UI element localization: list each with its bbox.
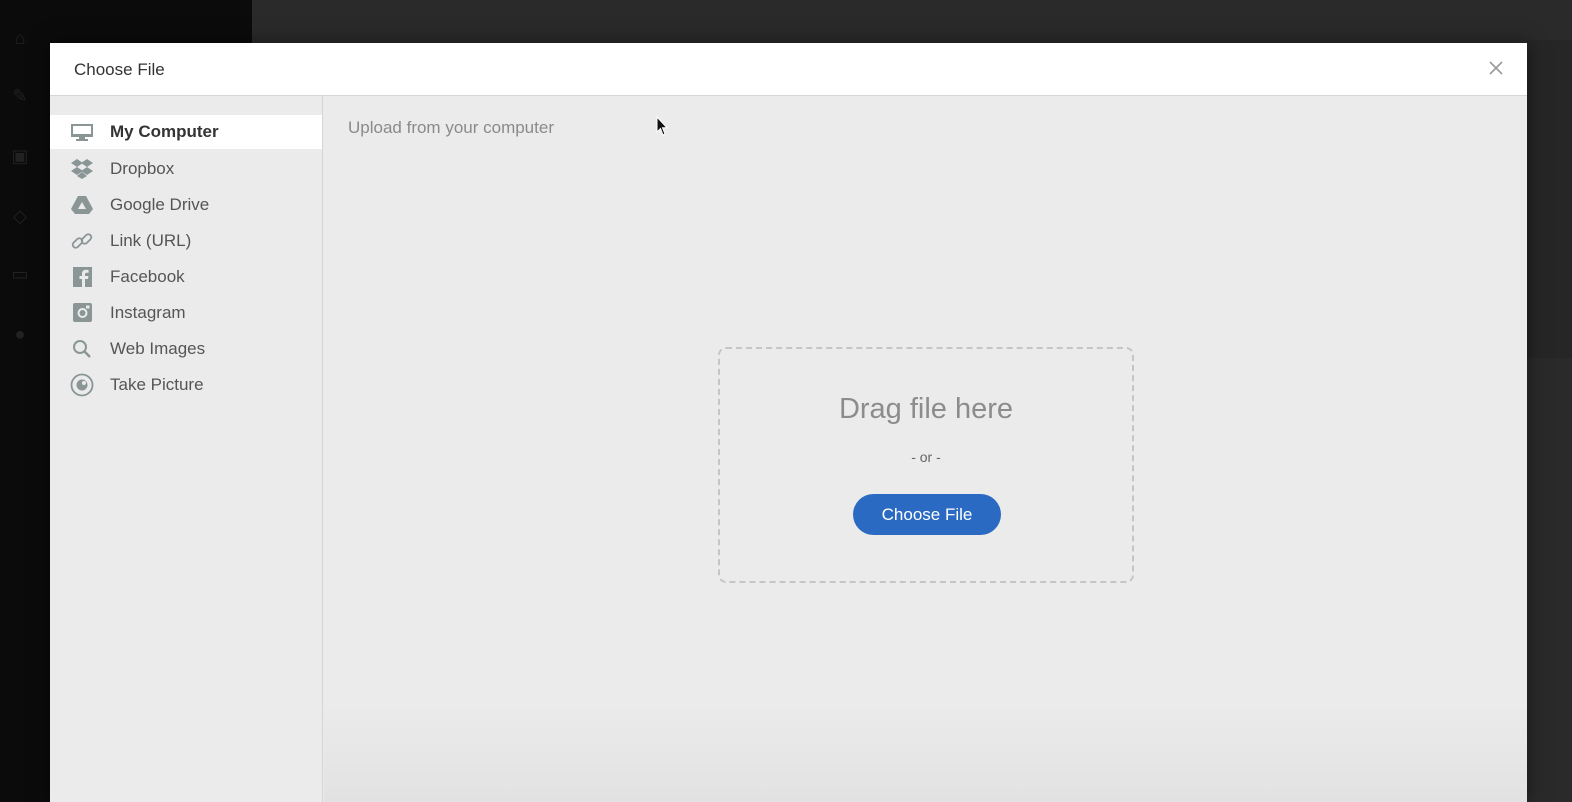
source-sidebar: My Computer Dropbox Google Drive Link (U… xyxy=(50,96,323,802)
source-label: Take Picture xyxy=(110,375,204,394)
source-label: My Computer xyxy=(110,122,219,141)
folder-icon: ▭ xyxy=(11,264,29,284)
source-item-take-picture[interactable]: Take Picture xyxy=(50,367,322,403)
search-icon xyxy=(70,338,94,360)
source-label: Link (URL) xyxy=(110,231,192,250)
background-panel xyxy=(1526,40,1572,358)
pane-title: Upload from your computer xyxy=(348,118,554,137)
edit-icon: ✎ xyxy=(12,86,28,106)
source-label: Web Images xyxy=(110,339,206,358)
google-drive-icon xyxy=(70,194,94,216)
modal-header: Choose File xyxy=(50,43,1527,96)
source-item-link[interactable]: Link (URL) xyxy=(50,223,322,259)
plugin-icon: ◇ xyxy=(13,206,27,226)
camera-icon xyxy=(70,373,94,397)
image-icon: ▣ xyxy=(11,146,29,166)
source-label: Instagram xyxy=(110,303,186,322)
source-item-google-drive[interactable]: Google Drive xyxy=(50,187,322,223)
source-label: Facebook xyxy=(110,267,185,286)
or-separator: - or - xyxy=(911,449,941,465)
close-icon xyxy=(1489,61,1503,75)
source-item-web-images[interactable]: Web Images xyxy=(50,331,322,367)
modal-title: Choose File xyxy=(74,60,165,79)
source-item-my-computer[interactable]: My Computer xyxy=(50,115,322,149)
home-icon: ⌂ xyxy=(14,28,26,48)
instagram-icon xyxy=(70,302,94,324)
drop-zone[interactable]: Drag file here - or - Choose File xyxy=(718,347,1134,583)
choose-file-button[interactable]: Choose File xyxy=(853,494,1001,535)
upload-pane: Upload from your computer Drag file here… xyxy=(324,96,1527,802)
facebook-icon xyxy=(70,266,94,288)
choose-file-modal: Choose File My Computer Dropbox Google D… xyxy=(50,43,1527,802)
dropbox-icon xyxy=(70,158,94,180)
drag-file-text: Drag file here xyxy=(838,393,1014,425)
monitor-icon xyxy=(70,121,94,143)
source-item-dropbox[interactable]: Dropbox xyxy=(50,151,322,187)
source-label: Dropbox xyxy=(110,159,175,178)
source-label: Google Drive xyxy=(110,195,210,214)
chat-icon: ● xyxy=(14,324,26,344)
source-item-facebook[interactable]: Facebook xyxy=(50,259,322,295)
link-icon xyxy=(70,230,94,252)
source-item-instagram[interactable]: Instagram xyxy=(50,295,322,331)
close-button[interactable] xyxy=(1485,57,1507,79)
mouse-cursor-icon xyxy=(656,116,669,136)
